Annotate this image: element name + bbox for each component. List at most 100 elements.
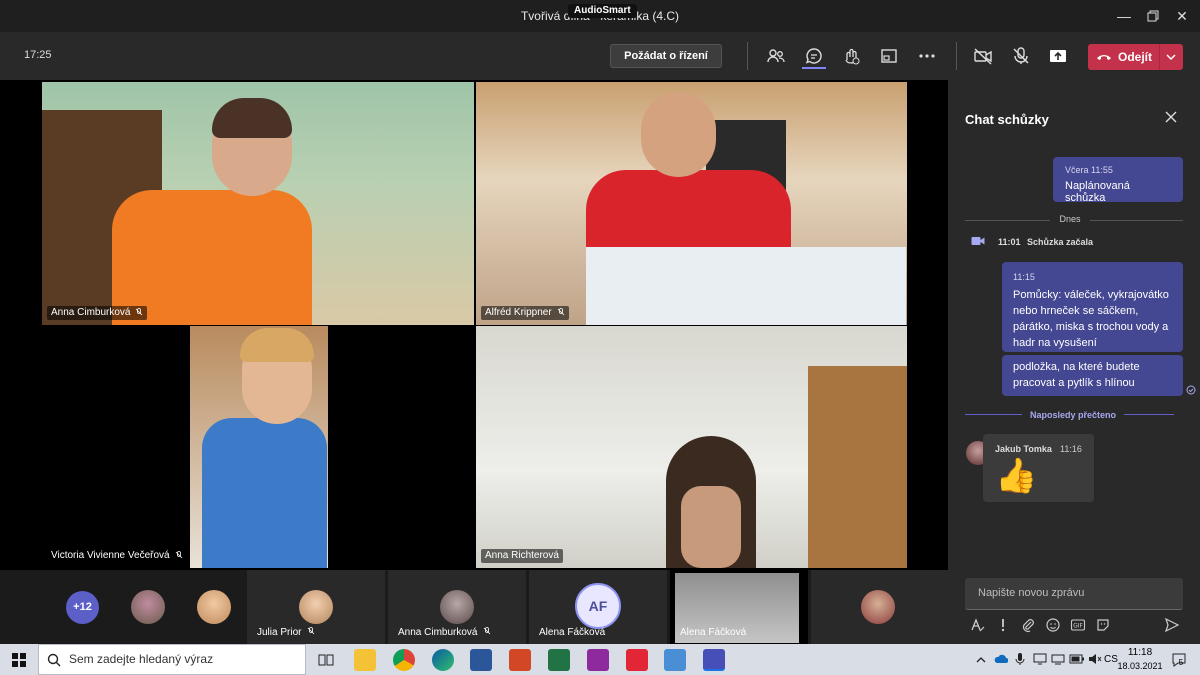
clock-time[interactable]: 11:18 [1116,647,1164,658]
mic-off-icon [557,308,564,316]
placemat-shape [586,247,906,325]
mic-off-icon [175,551,182,559]
message-time: 11:16 [1060,444,1082,454]
corkboard-shape [808,366,907,568]
participant-name: Anna Cimburková [51,307,131,318]
person-shape [112,190,312,325]
event-time: 11:01 [998,237,1021,247]
clock-date[interactable]: 18.03.2021 [1112,661,1168,671]
person-head [681,486,741,568]
close-window-icon[interactable]: ✕ [1172,6,1192,26]
avatar [299,590,333,624]
more-participants-badge[interactable]: +12 [66,591,99,624]
leave-options-dropdown[interactable] [1159,44,1183,70]
meeting-toolbar: 17:25 Požádat o řízení Odejít [0,32,1200,80]
app-icon[interactable] [664,649,686,671]
message-time: Včera 11:55 [1065,165,1113,175]
participant-name: Julia Prior [257,627,302,638]
windows-start-icon[interactable] [12,653,26,667]
participant-tile[interactable]: Alena Fáčková [670,570,808,644]
mic-off-icon[interactable] [1011,46,1031,66]
onedrive-icon[interactable] [994,654,1008,664]
video-tile[interactable]: Anna Cimburková [42,82,474,325]
taskbar-search-input[interactable]: Sem zadejte hledaný výraz [38,644,306,675]
edge-icon[interactable] [432,649,454,671]
attach-icon[interactable] [1020,617,1036,633]
camera-off-icon[interactable] [973,46,993,66]
video-tile[interactable]: Alfréd Krippner [476,82,907,325]
chat-title: Chat schůzky [965,112,1049,127]
participant-tile[interactable]: Anna Cimburková [388,570,526,644]
avatar[interactable] [197,590,231,624]
excel-icon[interactable] [548,649,570,671]
message-text: Naplánovaná schůzka [1065,180,1130,204]
avatar [440,590,474,624]
taskbar: Sem zadejte hledaný výraz CS 11:18 18.03… [0,644,1200,675]
gif-icon[interactable]: GIF [1070,617,1086,633]
minimize-icon[interactable]: — [1114,6,1134,26]
message-text: Pomůcky: váleček, vykrajovátko nebo hrne… [1013,289,1169,349]
leave-button[interactable]: Odejít [1088,44,1183,70]
message-time: 11:15 [1013,272,1035,282]
maximize-icon[interactable] [1143,6,1163,26]
chat-panel: Chat schůzky Včera 11:55 Naplánovaná sch… [948,80,1200,644]
title-bar: Tvořivá dílna - keramika (4.C) AudioSmar… [0,0,1200,32]
app-icon[interactable] [626,649,648,671]
chat-message: podložka, na které budete pracovat a pyt… [1002,355,1183,396]
word-icon[interactable] [470,649,492,671]
teams-icon[interactable] [703,649,725,671]
request-control-button[interactable]: Požádat o řízení [610,44,722,68]
app-icon[interactable] [587,649,609,671]
mic-off-icon [484,627,491,635]
emoji-icon[interactable] [1045,617,1061,633]
chat-icon[interactable] [802,46,826,69]
chat-message: 11:15 Pomůcky: váleček, vykrajovátko neb… [1002,262,1183,352]
avatar[interactable] [131,590,165,624]
participant-tile[interactable]: AF Alena Fáčková [529,570,667,644]
notification-count: 5 [1178,658,1184,667]
send-icon[interactable] [1164,617,1180,633]
participant-name: Anna Richterová [485,550,559,561]
svg-text:GIF: GIF [1073,623,1083,630]
format-icon[interactable] [970,617,986,633]
participant-strip: +12 Julia Prior Anna Cimburková AF Alena… [0,570,948,644]
composer-toolbar: GIF [970,617,1180,635]
chevron-up-icon[interactable] [976,656,986,664]
close-icon[interactable] [1164,110,1178,124]
avatar-initials: AF [575,583,621,629]
battery-icon[interactable] [1069,654,1085,664]
network-icon[interactable] [1051,653,1065,665]
chrome-icon[interactable] [393,649,415,671]
active-tab-indicator [802,67,826,69]
microphone-icon[interactable] [1015,652,1025,666]
mic-off-icon [308,627,315,635]
participant-name: Alfréd Krippner [485,307,552,318]
message-input[interactable]: Napište novou zprávu [965,578,1183,610]
participant-tile[interactable] [811,570,948,644]
day-divider-label: Dnes [1059,214,1081,224]
read-receipt-icon [1186,385,1196,395]
person-head [641,92,716,177]
video-camera-icon [971,237,985,245]
video-tile[interactable]: Anna Richterová [476,326,907,568]
video-tile[interactable]: Victoria Vivienne Večeřová [42,326,474,568]
volume-muted-icon[interactable] [1088,653,1102,665]
screen-icon[interactable] [1033,653,1047,665]
file-explorer-icon[interactable] [354,649,376,671]
last-read-line [1124,414,1174,415]
person-hair [212,98,292,138]
powerpoint-icon[interactable] [509,649,531,671]
sticker-icon[interactable] [1095,617,1111,633]
participant-name-label: Julia Prior [257,627,315,638]
message-author: Jakub Tomka [995,444,1052,454]
more-options-icon[interactable] [917,46,937,66]
share-screen-icon[interactable] [1048,46,1068,66]
task-view-icon[interactable] [318,652,334,668]
important-icon[interactable] [995,617,1011,633]
participants-icon[interactable] [766,46,786,66]
breakout-rooms-icon[interactable] [879,46,899,66]
reactions-icon[interactable] [841,46,861,66]
participant-name: Alena Fáčková [539,627,606,638]
participant-tile[interactable]: Julia Prior [247,570,385,644]
last-read-line [965,414,1022,415]
